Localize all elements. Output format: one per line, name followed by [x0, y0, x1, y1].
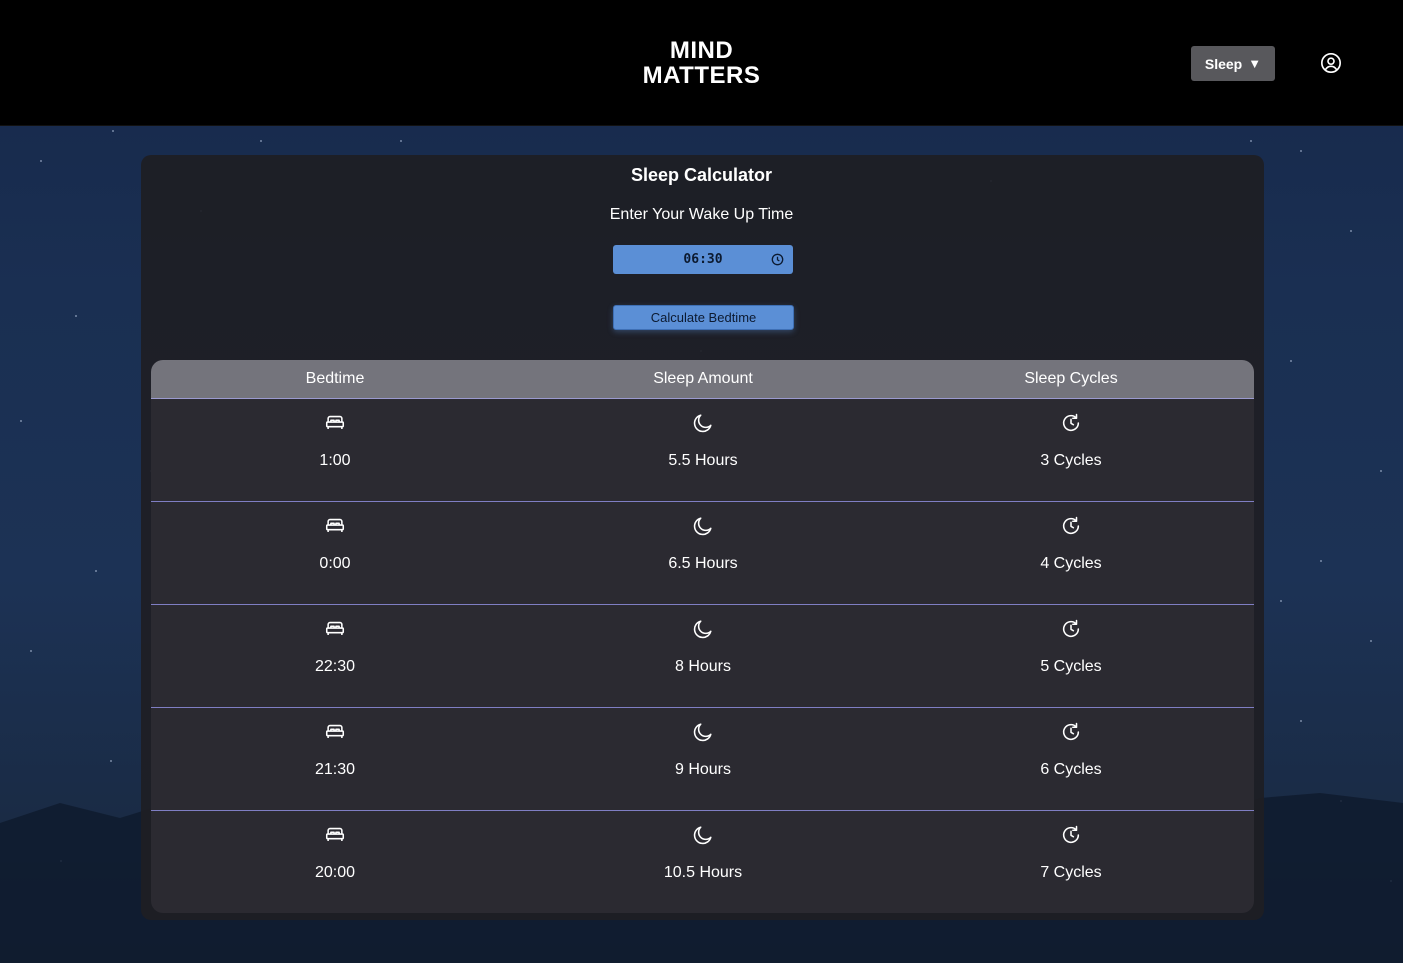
sleep-cycles-value: 3 Cycles	[1040, 452, 1102, 469]
sleep-amount-value: 6.5 Hours	[668, 555, 738, 572]
moon-icon	[693, 517, 712, 536]
bedtime-results-table: Bedtime Sleep Amount Sleep Cycles 1:00 5.…	[151, 360, 1254, 913]
sleep-cycles-cell: 6 Cycles	[887, 708, 1254, 810]
sleep-amount-value: 5.5 Hours	[668, 452, 738, 469]
star	[1280, 600, 1282, 602]
table-row: 22:30 8 Hours 5 Cycles	[151, 605, 1254, 708]
bedtime-value: 21:30	[314, 761, 356, 778]
header-sleep-amount: Sleep Amount	[653, 370, 753, 387]
nav-dropdown-sleep[interactable]: Sleep ▼	[1191, 46, 1275, 81]
table-row: 20:00 10.5 Hours 7 Cycles	[151, 811, 1254, 913]
star	[112, 130, 114, 132]
sleep-cycles-value: 7 Cycles	[1040, 864, 1102, 881]
bed-icon	[325, 827, 345, 841]
star	[1350, 230, 1352, 232]
star	[1380, 470, 1382, 472]
star	[75, 315, 77, 317]
rotate-clock-icon	[1062, 516, 1080, 535]
wake-time-input[interactable]: 06:30	[613, 245, 793, 274]
star	[1300, 150, 1302, 152]
sleep-cycles-value: 6 Cycles	[1040, 761, 1102, 778]
sleep-cycles-cell: 7 Cycles	[887, 811, 1254, 913]
moon-icon	[693, 620, 712, 639]
bedtime-value: 22:30	[314, 658, 356, 675]
bedtime-cell: 1:00	[151, 399, 519, 501]
bedtime-cell: 0:00	[151, 502, 519, 604]
sleep-cycles-value: 4 Cycles	[1040, 555, 1102, 572]
bedtime-cell: 22:30	[151, 605, 519, 707]
bedtime-cell: 20:00	[151, 811, 519, 913]
caret-down-icon: ▼	[1248, 56, 1262, 71]
moon-icon	[693, 826, 712, 845]
bed-icon	[325, 724, 345, 738]
star	[1370, 640, 1372, 642]
bedtime-cell: 21:30	[151, 708, 519, 810]
top-header: MIND MATTERS Sleep ▼	[0, 0, 1403, 126]
rotate-clock-icon	[1062, 722, 1080, 741]
calculate-bedtime-button[interactable]: Calculate Bedtime	[613, 305, 794, 330]
sleep-amount-value: 8 Hours	[674, 658, 732, 675]
bedtime-value: 0:00	[319, 555, 351, 572]
calculator-title: Sleep Calculator	[630, 165, 773, 185]
header-sleep-cycles: Sleep Cycles	[1024, 370, 1118, 387]
sleep-amount-value: 9 Hours	[674, 761, 732, 778]
table-row: 1:00 5.5 Hours 3 Cycles	[151, 399, 1254, 502]
bed-icon	[325, 621, 345, 635]
user-circle-icon[interactable]	[1320, 52, 1342, 74]
table-row: 21:30 9 Hours 6 Cycles	[151, 708, 1254, 811]
bedtime-value: 20:00	[314, 864, 356, 881]
star	[30, 650, 32, 652]
table-header: Bedtime Sleep Amount Sleep Cycles	[151, 360, 1254, 399]
star	[400, 140, 402, 142]
bed-icon	[325, 518, 345, 532]
header-bedtime: Bedtime	[305, 370, 365, 387]
table-row: 0:00 6.5 Hours 4 Cycles	[151, 502, 1254, 605]
star	[20, 420, 22, 422]
star	[260, 140, 262, 142]
sleep-cycles-value: 5 Cycles	[1040, 658, 1102, 675]
bedtime-value: 1:00	[319, 452, 351, 469]
sleep-cycles-cell: 4 Cycles	[887, 502, 1254, 604]
clock-icon[interactable]	[771, 253, 784, 266]
star	[1300, 720, 1302, 722]
sleep-amount-cell: 6.5 Hours	[519, 502, 887, 604]
star	[40, 160, 42, 162]
sleep-amount-cell: 8 Hours	[519, 605, 887, 707]
moon-icon	[693, 723, 712, 742]
sleep-amount-value: 10.5 Hours	[663, 864, 743, 881]
star	[110, 760, 112, 762]
star	[1250, 140, 1252, 142]
star	[1320, 560, 1322, 562]
nav-dropdown-label: Sleep	[1204, 55, 1243, 72]
sleep-cycles-cell: 3 Cycles	[887, 399, 1254, 501]
sleep-amount-cell: 9 Hours	[519, 708, 887, 810]
sleep-cycles-cell: 5 Cycles	[887, 605, 1254, 707]
sleep-amount-cell: 5.5 Hours	[519, 399, 887, 501]
wake-time-value: 06:30	[683, 252, 723, 267]
moon-icon	[693, 414, 712, 433]
rotate-clock-icon	[1062, 619, 1080, 638]
rotate-clock-icon	[1062, 825, 1080, 844]
rotate-clock-icon	[1062, 413, 1080, 432]
sleep-amount-cell: 10.5 Hours	[519, 811, 887, 913]
bed-icon	[325, 415, 345, 429]
star	[1290, 360, 1292, 362]
wake-time-prompt: Enter Your Wake Up Time	[609, 206, 794, 223]
star	[95, 570, 97, 572]
